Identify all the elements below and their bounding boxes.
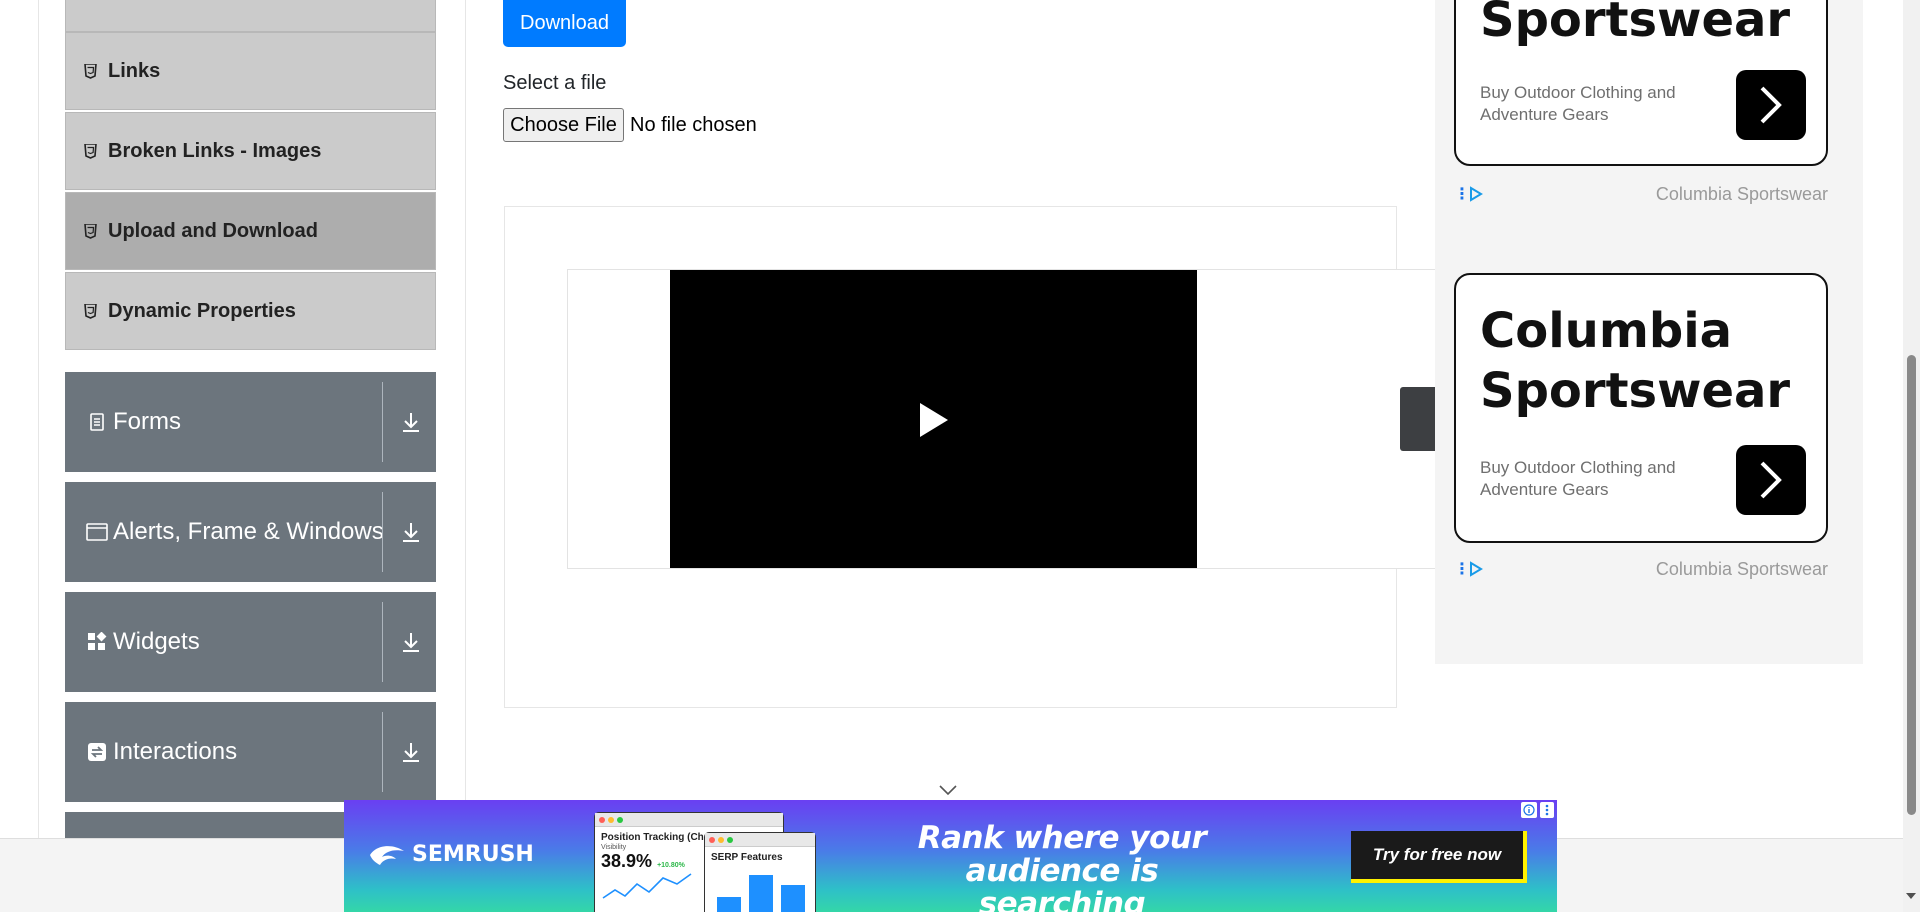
sidebar-item-label: Links [108,59,161,82]
content-border [465,0,466,838]
window-icon [85,520,109,544]
semrush-banner-ad[interactable]: SEMRUSH Position Tracking (ChatG Visibil… [344,800,1557,912]
ad-title: Sportswear [1480,0,1791,48]
sidebar-group-alerts[interactable]: Alerts, Frame & Windows [65,482,436,582]
right-ad-panel: Sportswear Buy Outdoor Clothing and Adve… [1435,0,1863,664]
sidebar-item-broken-links[interactable]: Broken Links - Images [65,112,436,190]
sidebar-item-label: Upload and Download [108,219,318,242]
file-status-text: No file chosen [630,113,757,136]
download-arrow-icon[interactable] [391,402,431,442]
play-icon[interactable] [919,402,949,438]
more-options-icon[interactable] [1540,802,1554,818]
video-player[interactable] [670,270,1197,568]
sidebar-item-links[interactable]: Links [65,32,436,110]
chevron-right-icon[interactable] [1736,70,1806,140]
group-divider [382,602,383,682]
bar-graph-icon [717,875,805,912]
sidebar-group-label: Forms [113,408,181,435]
download-arrow-icon[interactable] [391,512,431,552]
banner-headline: Rank where your audience is searching [917,820,1207,912]
serp-features-mockup: SERP Features [704,832,816,912]
download-arrow-icon[interactable] [391,622,431,662]
info-icon[interactable] [1521,802,1537,818]
html5-icon [83,63,98,80]
ad-title: Sportswear [1480,363,1791,419]
sidebar-group-label: Widgets [113,628,200,655]
ad-brand[interactable]: Columbia Sportswear [1656,184,1828,205]
html5-icon [83,143,98,160]
sidebar-group-widgets[interactable]: Widgets [65,592,436,692]
adchoices-icon[interactable] [1468,186,1484,202]
mockup-title: SERP Features [711,852,783,863]
sidebar-item-upload-download[interactable]: Upload and Download [65,192,436,270]
side-tab[interactable] [1400,387,1436,451]
ad-brand[interactable]: Columbia Sportswear [1656,559,1828,580]
file-upload-row: Choose File No file chosen [503,108,757,142]
ad-footer: ⋮ Columbia Sportswear [1454,182,1828,206]
chevron-down-icon[interactable] [938,783,958,797]
group-divider [382,382,383,462]
ad-card[interactable]: Columbia Sportswear Buy Outdoor Clothing… [1454,273,1828,543]
sidebar-item-dynamic-properties[interactable]: Dynamic Properties [65,272,436,350]
ad-footer: ⋮ Columbia Sportswear [1454,557,1828,581]
ad-description: Buy Outdoor Clothing and Adventure Gears [1480,83,1676,124]
ad-description: Buy Outdoor Clothing and Adventure Gears [1480,458,1676,499]
adchoices-icon[interactable] [1468,561,1484,577]
group-divider [382,492,383,572]
form-icon [85,410,109,434]
semrush-logo: SEMRUSH [368,842,534,867]
video-ad-frame [567,269,1437,569]
choose-file-button[interactable]: Choose File [503,108,624,142]
sidebar-group-label: Alerts, Frame & Windows [113,518,384,545]
select-file-label: Select a file [503,72,607,94]
chevron-right-icon[interactable] [1736,445,1806,515]
semrush-flame-icon [370,845,404,865]
group-divider [382,712,383,792]
download-arrow-icon[interactable] [391,732,431,772]
banner-logo-text: SEMRUSH [412,842,534,867]
sidebar-item-label: Dynamic Properties [108,299,296,322]
line-graph-icon [602,873,692,899]
more-options-icon[interactable]: ⋮ [1454,559,1470,579]
sidebar-group-forms[interactable]: Forms [65,372,436,472]
scroll-down-arrow-icon[interactable] [1906,893,1916,899]
sidebar-group-interactions[interactable]: Interactions [65,702,436,802]
left-border [38,0,39,838]
ad-title: Columbia [1480,303,1733,359]
sidebar-group-label: Interactions [113,738,238,765]
try-free-button[interactable]: Try for free now [1351,831,1527,883]
interactions-icon [85,740,109,764]
html5-icon [83,303,98,320]
download-button[interactable]: Download [503,0,626,47]
ad-card[interactable]: Sportswear Buy Outdoor Clothing and Adve… [1454,0,1828,166]
scrollbar-thumb[interactable] [1907,355,1916,815]
sidebar-item-partial[interactable] [65,0,436,32]
sidebar-item-label: Broken Links - Images [108,139,322,162]
html5-icon [83,223,98,240]
more-options-icon[interactable]: ⋮ [1454,184,1470,204]
widgets-icon [85,630,109,654]
page-scrollbar[interactable] [1903,0,1920,912]
